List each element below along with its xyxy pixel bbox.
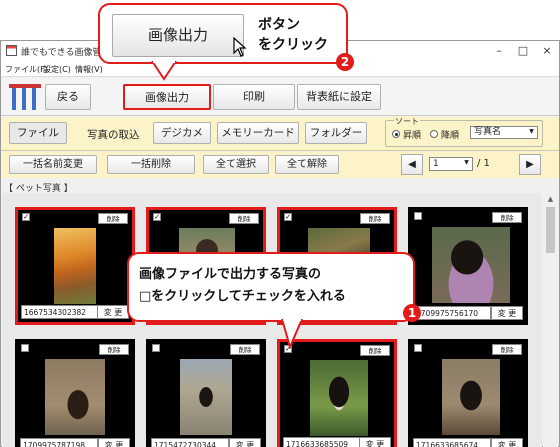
- callout-top-line1: ボタン: [258, 17, 300, 33]
- select-all-button[interactable]: 全て選択: [203, 155, 269, 174]
- sort-ascending-radio[interactable]: [392, 130, 400, 138]
- photo-name-field[interactable]: 1716633685674: [413, 438, 491, 447]
- callout-button-preview: 画像出力: [112, 14, 244, 57]
- photo-checkbox[interactable]: [414, 344, 422, 352]
- delete-button[interactable]: 削除: [99, 344, 129, 355]
- action-toolbar: 一括名前変更 一括削除 全て選択 全て解除 ◀ 1 ▼ / 1 ▶: [1, 152, 559, 178]
- callout-mid-line1: 画像ファイルで出力する写真の: [139, 267, 322, 282]
- sort-group: ソート 昇順 降順 写真名 ▼: [385, 116, 543, 147]
- callout-top-text: ボタン をクリック: [258, 15, 328, 55]
- photo-card[interactable]: 削除 1716633685674 変 更: [408, 339, 528, 447]
- callout-image-output: 画像出力 ボタン をクリック: [98, 3, 348, 64]
- menu-file[interactable]: ファイル(F): [5, 64, 48, 75]
- callout-mid-text: 画像ファイルで出力する写真の □をクリックしてチェックを入れる: [139, 264, 346, 308]
- step-badge-2: 2: [336, 53, 354, 71]
- photo-thumbnail: [432, 227, 510, 303]
- page-current: 1: [433, 159, 439, 169]
- photo-card[interactable]: 削除 1709975756170 変 更: [408, 207, 528, 325]
- minimize-icon[interactable]: –: [487, 41, 511, 61]
- mouse-cursor-icon: [233, 37, 247, 57]
- scroll-thumb[interactable]: [546, 207, 555, 253]
- photo-name-field[interactable]: 1709975756170: [413, 306, 491, 320]
- callout-checkbox: 画像ファイルで出力する写真の □をクリックしてチェックを入れる: [127, 252, 415, 322]
- sort-descending-radio[interactable]: [430, 130, 438, 138]
- chevron-down-icon: ▼: [464, 159, 469, 166]
- image-output-button[interactable]: 画像出力: [123, 84, 211, 110]
- file-tab[interactable]: ファイル: [9, 122, 67, 144]
- sort-title: ソート: [394, 116, 420, 127]
- deselect-all-button[interactable]: 全て解除: [275, 155, 339, 174]
- photo-checkbox[interactable]: ✓: [22, 213, 30, 221]
- step-badge-1: 1: [403, 304, 421, 322]
- delete-button[interactable]: 削除: [98, 213, 128, 224]
- photo-thumbnail: [180, 359, 232, 435]
- wallpaper-button[interactable]: 背表紙に設定: [297, 84, 381, 110]
- sort-descending-label: 降順: [441, 131, 460, 141]
- delete-button[interactable]: 削除: [492, 344, 522, 355]
- camera-button[interactable]: デジカメ: [153, 122, 211, 144]
- change-button[interactable]: 変 更: [491, 438, 523, 447]
- page-total: / 1: [477, 158, 490, 169]
- callout-mid-line2: □をクリックしてチェックを入れる: [139, 289, 346, 304]
- photo-name-field[interactable]: 1667534302382: [21, 305, 99, 319]
- photo-name-field[interactable]: 1716633685509: [283, 437, 361, 447]
- delete-button[interactable]: 削除: [492, 212, 522, 223]
- photo-thumbnail: [310, 360, 368, 436]
- photo-checkbox[interactable]: [152, 344, 160, 352]
- vertical-scrollbar[interactable]: ▲: [543, 193, 558, 447]
- main-toolbar: 戻る 画像出力 印刷 背表紙に設定: [1, 78, 559, 116]
- back-button[interactable]: 戻る: [45, 84, 91, 110]
- batch-rename-button[interactable]: 一括名前変更: [9, 155, 97, 174]
- page-select[interactable]: 1 ▼: [429, 157, 473, 171]
- sort-ascending-label: 昇順: [403, 131, 422, 141]
- delete-button[interactable]: 削除: [230, 344, 260, 355]
- photo-card[interactable]: 削除 1709975787198 変 更: [15, 339, 135, 447]
- photo-name-field[interactable]: 1709975787198: [20, 438, 98, 447]
- change-button[interactable]: 変 更: [359, 437, 391, 447]
- delete-button[interactable]: 削除: [229, 213, 259, 224]
- photo-checkbox[interactable]: ✓: [284, 213, 292, 221]
- menu-info[interactable]: 情報(V): [75, 64, 103, 75]
- callout-mid-tail: [281, 319, 303, 349]
- sort-key-value: 写真名: [474, 127, 502, 137]
- next-page-button[interactable]: ▶: [519, 154, 541, 175]
- import-toolbar: ファイル 写真の取込 デジカメ メモリーカード フォルダー ソート 昇順 降順 …: [1, 116, 559, 151]
- change-button[interactable]: 変 更: [98, 438, 130, 447]
- photo-checkbox[interactable]: [414, 212, 422, 220]
- app-icon: [6, 45, 17, 56]
- delete-button[interactable]: 削除: [360, 345, 390, 356]
- photo-checkbox[interactable]: ✓: [153, 213, 161, 221]
- delete-button[interactable]: 削除: [360, 213, 390, 224]
- import-label: 写真の取込: [87, 129, 140, 141]
- photo-card[interactable]: ✓ 削除 1716633685509 変 更: [277, 339, 397, 447]
- change-button[interactable]: 変 更: [491, 306, 523, 320]
- chevron-down-icon: ▼: [529, 128, 534, 135]
- change-button[interactable]: 変 更: [229, 438, 261, 447]
- app-window: 誰でもできる画像管理mini – □ × ファイル(F) 設定(C) 情報(V)…: [0, 40, 560, 447]
- maximize-icon[interactable]: □: [511, 41, 535, 61]
- prev-page-button[interactable]: ◀: [401, 154, 423, 175]
- photo-thumbnail: [442, 359, 500, 435]
- photo-card[interactable]: ✓ 削除 1667534302382 変 更: [15, 207, 135, 325]
- photo-name-field[interactable]: 1715472730344: [151, 438, 229, 447]
- app-logo-icon: [9, 84, 41, 110]
- photo-card[interactable]: 削除 1715472730344 変 更: [146, 339, 266, 447]
- callout-top-line2: をクリック: [258, 37, 328, 53]
- photo-thumbnail: [54, 228, 96, 304]
- close-icon[interactable]: ×: [535, 41, 559, 61]
- print-button[interactable]: 印刷: [213, 84, 295, 110]
- menu-settings[interactable]: 設定(C): [43, 64, 71, 75]
- photo-checkbox[interactable]: [21, 344, 29, 352]
- sort-key-select[interactable]: 写真名 ▼: [470, 126, 538, 139]
- change-button[interactable]: 変 更: [97, 305, 129, 319]
- folder-button[interactable]: フォルダー: [305, 122, 367, 144]
- photo-thumbnail: [45, 359, 105, 435]
- memory-card-button[interactable]: メモリーカード: [217, 122, 299, 144]
- callout-top-tail: [151, 61, 177, 81]
- batch-delete-button[interactable]: 一括削除: [107, 155, 195, 174]
- scroll-up-icon[interactable]: ▲: [543, 193, 558, 205]
